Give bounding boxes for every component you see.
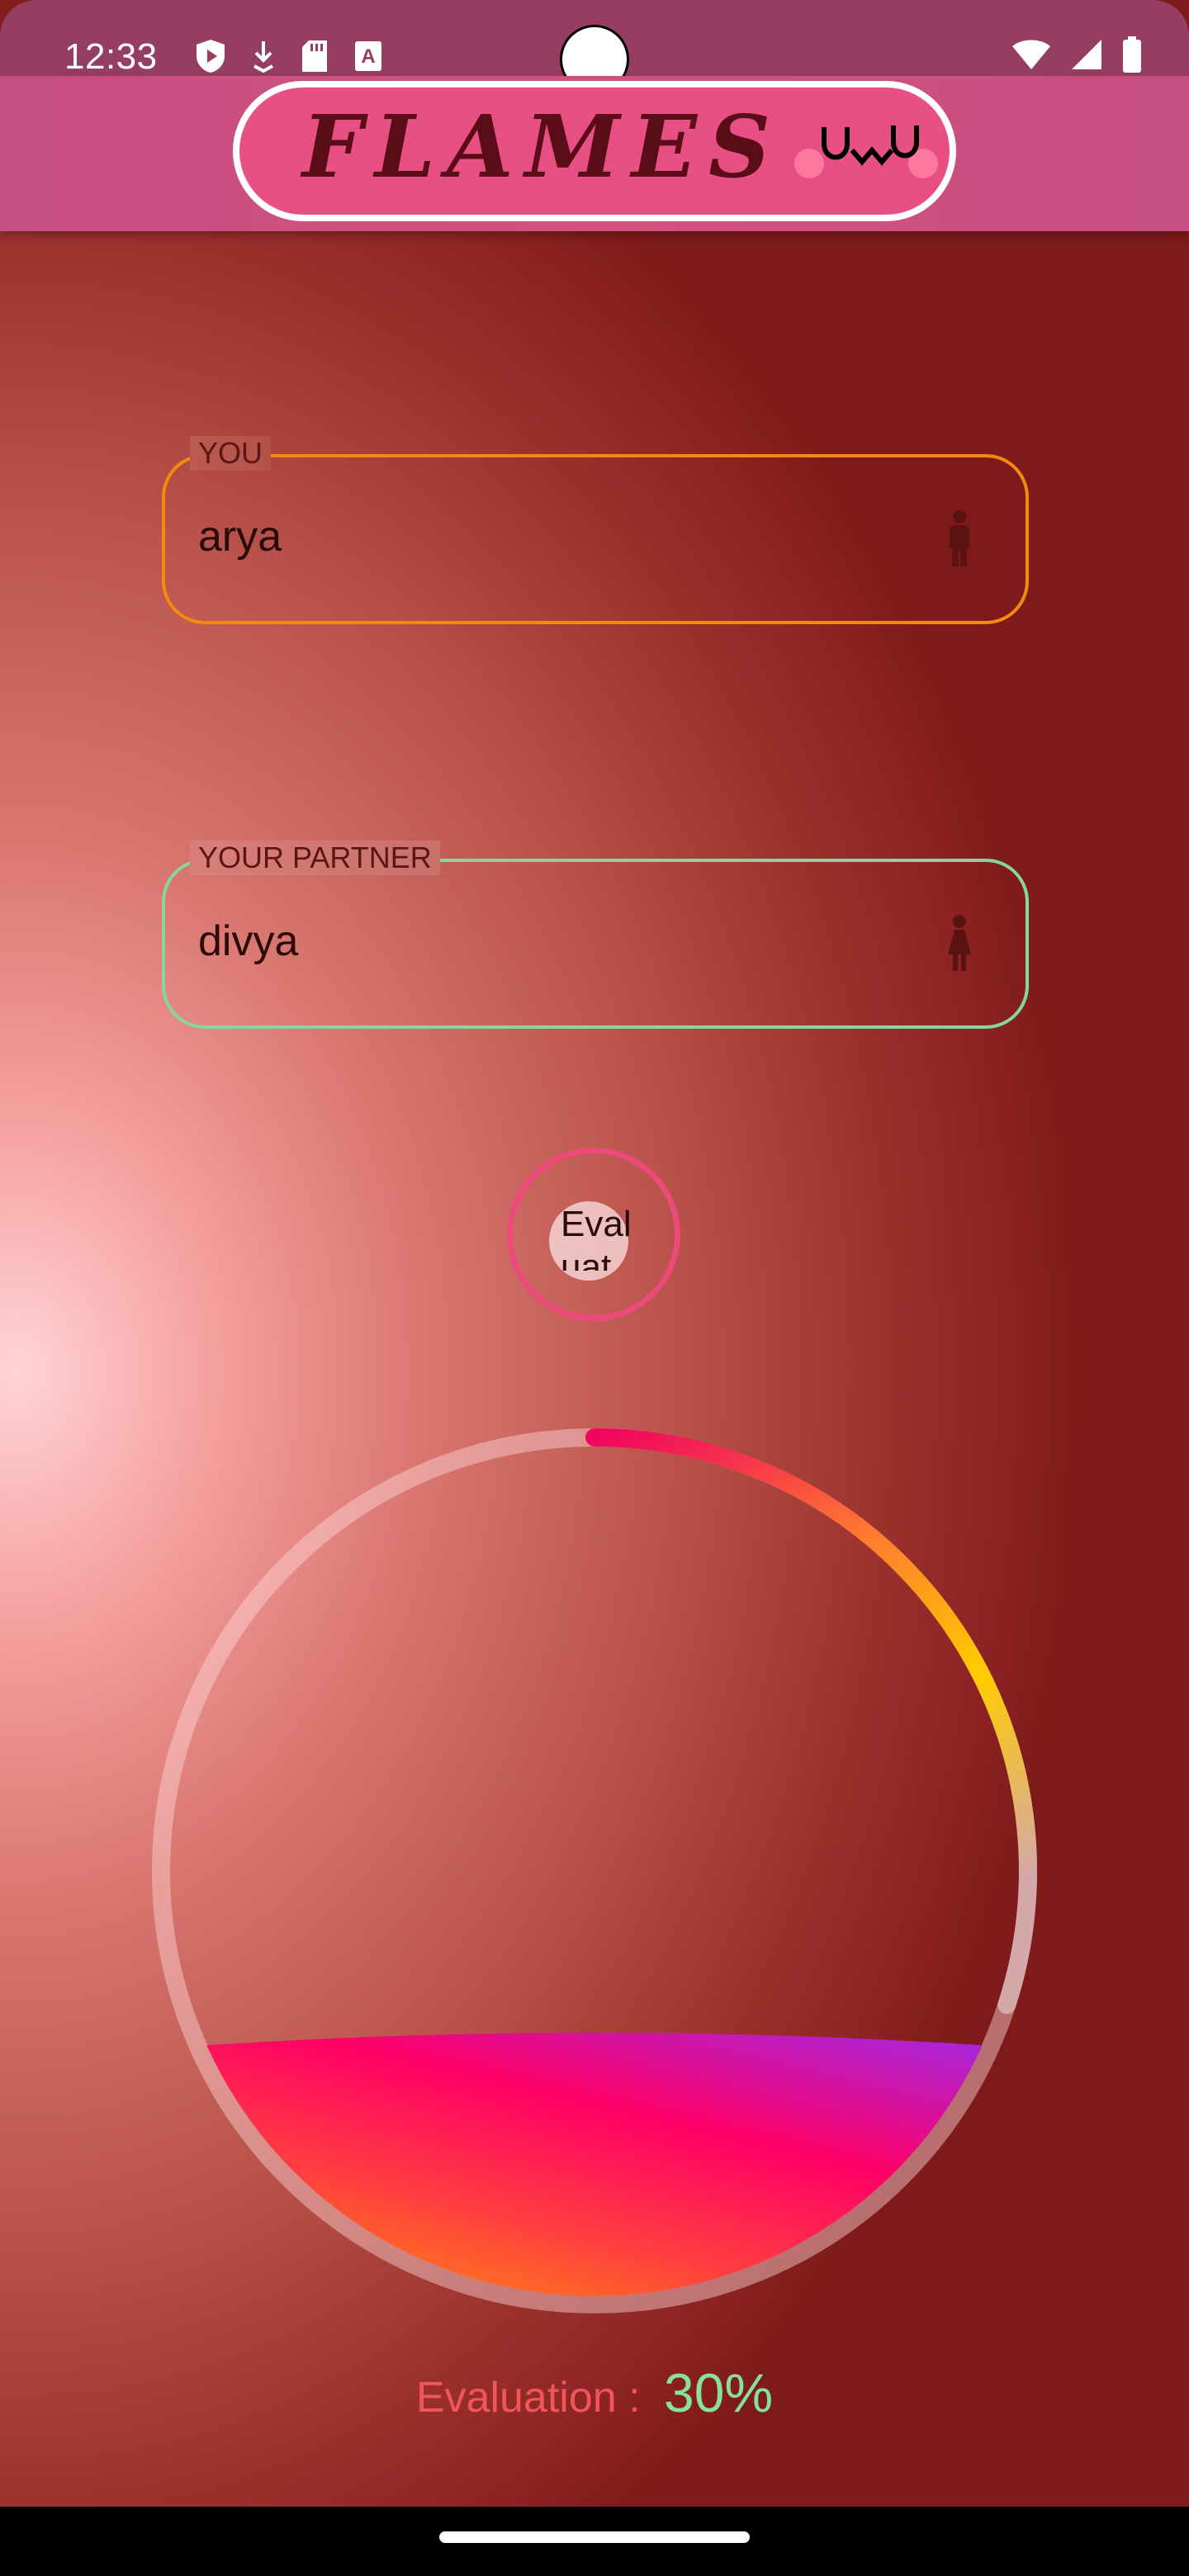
navigation-bar	[0, 2507, 1189, 2576]
partner-name-input[interactable]	[198, 916, 859, 966]
home-gesture-handle[interactable]	[439, 2531, 750, 2543]
evaluation-gauge	[152, 1428, 1037, 2313]
download-icon	[253, 41, 273, 73]
evaluate-button[interactable]: Evaluat	[507, 1148, 680, 1321]
male-person-icon	[950, 510, 969, 566]
you-name-input[interactable]	[198, 512, 859, 561]
status-icons-left: A	[195, 38, 383, 74]
status-icons-right	[1011, 36, 1143, 73]
app-bar: FLAMES	[0, 76, 1189, 231]
status-bar: 12:33 A	[0, 0, 1189, 94]
you-name-field[interactable]: YOU	[162, 436, 1029, 624]
uwu-face-icon	[794, 125, 938, 178]
partner-name-field[interactable]: YOUR PARTNER	[162, 841, 1029, 1029]
partner-field-label: YOUR PARTNER	[190, 841, 440, 875]
gauge-progress-arc	[585, 1428, 1037, 2015]
evaluation-label: Evaluation	[415, 2374, 617, 2422]
evaluate-button-label: Evaluat	[561, 1204, 632, 1271]
female-person-icon	[948, 915, 971, 971]
title-pill: FLAMES	[233, 81, 956, 221]
sd-card-icon	[302, 40, 327, 72]
wifi-icon	[1012, 40, 1050, 69]
battery-icon	[1123, 36, 1141, 73]
status-time: 12:33	[64, 36, 158, 77]
play-protect-icon	[197, 40, 225, 73]
you-field-label: YOU	[190, 436, 272, 471]
keyboard-a-icon: A	[355, 41, 381, 71]
evaluation-value: 30%	[664, 2362, 774, 2423]
evaluation-result: Evaluation : 30%	[0, 2361, 1189, 2424]
app-title: FLAMES	[302, 96, 783, 197]
cell-signal-icon	[1072, 40, 1101, 69]
evaluation-separator: :	[628, 2374, 641, 2422]
svg-text:A: A	[361, 45, 375, 68]
